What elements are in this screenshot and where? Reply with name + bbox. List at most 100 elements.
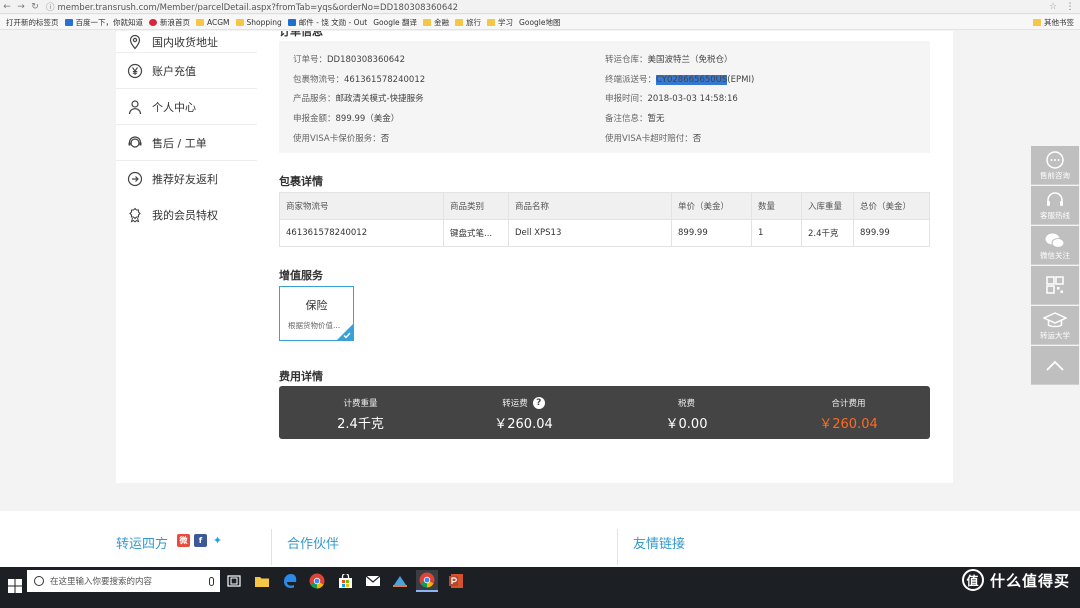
table-cell: 1 — [751, 219, 802, 247]
floater-label: 微信关注 — [1040, 251, 1070, 260]
yen-icon — [126, 62, 144, 80]
folder-icon — [487, 18, 496, 26]
weibo-icon[interactable]: 微 — [177, 534, 190, 547]
app-icon[interactable] — [389, 570, 411, 592]
tracking-number-selected[interactable]: CY028665650US — [656, 74, 728, 85]
fee-label: 合计费用 — [767, 397, 930, 409]
other-bookmarks[interactable]: 其他书签 — [1033, 17, 1074, 28]
table-cell: 461361578240012 — [279, 219, 444, 247]
order-field: 订单号：DD180308360642 — [293, 51, 425, 71]
order-info-right: 转运仓库：美国波特兰（免税仓） 终端派送号：CY028665650US(EPMI… — [605, 51, 754, 150]
fee-label-text: 计费重量 — [343, 399, 378, 409]
sidebar-item-aftersales[interactable]: 售后 / 工单 — [116, 125, 257, 161]
bookmark-folder[interactable]: Shopping — [235, 17, 282, 27]
chrome-active-icon[interactable] — [416, 570, 438, 592]
back-icon[interactable]: ← — [0, 2, 14, 12]
forward-icon[interactable]: → — [14, 2, 28, 12]
fee-value: ￥0.00 — [665, 417, 708, 432]
sidebar-item-label: 我的会员特权 — [152, 209, 218, 222]
user-icon — [126, 98, 144, 116]
page-info-icon: ⓘ — [46, 2, 55, 13]
footer-title-partners[interactable]: 合作伙伴 — [287, 533, 339, 552]
url-field[interactable]: ⓘ member.transrush.com/Member/parcelDetai… — [46, 1, 1046, 13]
bookmark-label: 新浪首页 — [160, 17, 190, 27]
outlook-icon — [287, 18, 296, 26]
browser-address-bar: ← → ↻ ⓘ member.transrush.com/Member/parce… — [0, 0, 1080, 14]
table-cell: 2.4千克 — [801, 219, 854, 247]
facebook-icon[interactable]: f — [194, 534, 207, 547]
edge-icon[interactable] — [279, 570, 301, 592]
bookmark-label: Shopping — [246, 17, 282, 27]
table-cell: 899.99 — [671, 219, 752, 247]
sidebar-item-personal[interactable]: 个人中心 — [116, 89, 257, 125]
bookmark-star-icon[interactable]: ☆ — [1046, 2, 1060, 12]
sidebar-item-address[interactable]: 国内收货地址 — [116, 31, 257, 53]
powerpoint-icon[interactable] — [445, 570, 467, 592]
bookmark-folder[interactable]: 旅行 — [455, 17, 481, 28]
windows-start-icon[interactable] — [8, 579, 22, 593]
help-icon[interactable]: ? — [532, 397, 545, 409]
task-view-icon[interactable] — [223, 570, 245, 592]
order-info-box: 订单号：DD180308360642 包裹物流号：461361578240012… — [279, 41, 930, 153]
column-header: 商家物流号 — [279, 192, 444, 220]
bookmark-item[interactable]: 新浪首页 — [149, 17, 190, 28]
order-info-title: 订单信息 — [279, 31, 323, 38]
file-explorer-icon[interactable] — [251, 570, 273, 592]
footer-title-links[interactable]: 友情链接 — [633, 533, 685, 552]
sidebar: 国内收货地址 账户充值 个人中心 售后 / 工单 推荐好友返利 我的会员特权 — [116, 31, 257, 233]
sidebar-item-membership[interactable]: 我的会员特权 — [116, 197, 257, 233]
store-icon[interactable] — [334, 570, 356, 592]
presales-chat-button[interactable]: 售前咨询 — [1031, 146, 1079, 185]
bookmark-label: Google地图 — [519, 17, 561, 27]
column-header: 单价（美金） — [671, 192, 752, 220]
service-hotline-button[interactable]: 客服热线 — [1031, 186, 1079, 225]
twitter-icon[interactable]: ✦ — [211, 534, 224, 547]
reload-icon[interactable]: ↻ — [28, 2, 42, 12]
field-value: DD180308360642 — [327, 55, 406, 65]
qr-code-icon — [1031, 276, 1079, 294]
bookmark-label: 百度一下，你就知道 — [75, 17, 144, 27]
microphone-icon[interactable] — [209, 576, 214, 586]
bookmark-folder[interactable]: ACGM — [196, 18, 230, 27]
insurance-service-card[interactable]: 保险 根据货物价值... — [279, 286, 354, 341]
location-pin-icon — [126, 33, 144, 51]
sidebar-item-referral[interactable]: 推荐好友返利 — [116, 161, 257, 197]
bookmark-label: 邮件 - 饶 文勋 - Out — [298, 17, 368, 27]
chrome-icon[interactable] — [306, 570, 328, 592]
bookmark-item[interactable]: Google 翻译 — [0, 17, 417, 54]
mail-icon[interactable] — [362, 570, 384, 592]
bookmark-item[interactable]: 百度一下，你就知道 — [64, 17, 144, 28]
sidebar-item-label: 国内收货地址 — [152, 35, 218, 49]
transrush-university-button[interactable]: 转运大学 — [1031, 306, 1079, 345]
footer-divider — [617, 529, 618, 565]
field-key: 申报时间： — [605, 94, 648, 105]
wechat-follow-button[interactable]: 微信关注 — [1031, 226, 1079, 265]
field-key: 订单号： — [293, 55, 328, 65]
headset-icon — [1031, 191, 1079, 211]
footer-title-transrush[interactable]: 转运四方 — [116, 533, 168, 552]
bookmark-item[interactable]: 打开新的标签页 — [0, 17, 59, 54]
sidebar-item-recharge[interactable]: 账户充值 — [116, 53, 257, 89]
order-field: 备注信息：暂无 — [605, 110, 754, 130]
taskbar-search[interactable]: 在这里输入你要搜索的内容 — [27, 570, 220, 592]
bookmark-folder[interactable]: 金融 — [423, 17, 449, 28]
qr-code-button[interactable] — [1031, 266, 1079, 305]
browser-menu-icon[interactable]: ⋮ — [1060, 2, 1080, 12]
wechat-icon — [1031, 231, 1079, 251]
floater-label: 客服热线 — [1040, 211, 1070, 220]
column-header: 入库重量 — [801, 192, 854, 220]
parcel-details-title: 包裹详情 — [279, 175, 323, 188]
bookmark-folder[interactable]: 学习 — [487, 17, 513, 28]
url-text: member.transrush.com/Member/parcelDetail… — [57, 2, 459, 13]
fee-value: 2.4千克 — [337, 417, 384, 432]
sina-icon — [149, 18, 157, 26]
bookmark-item[interactable]: 邮件 - 饶 文勋 - Out — [287, 17, 368, 28]
order-field: 转运仓库：美国波特兰（免税仓） — [605, 51, 754, 71]
fee-total-value: ￥260.04 — [819, 417, 878, 432]
field-value: 美国波特兰（免税仓） — [647, 55, 733, 65]
fee-details-title: 费用详情 — [279, 370, 323, 383]
folder-icon — [1033, 18, 1041, 26]
bookmark-item[interactable]: Google地图 — [0, 17, 561, 54]
back-to-top-button[interactable] — [1031, 346, 1079, 385]
fee-label-text: 合计费用 — [831, 399, 866, 409]
